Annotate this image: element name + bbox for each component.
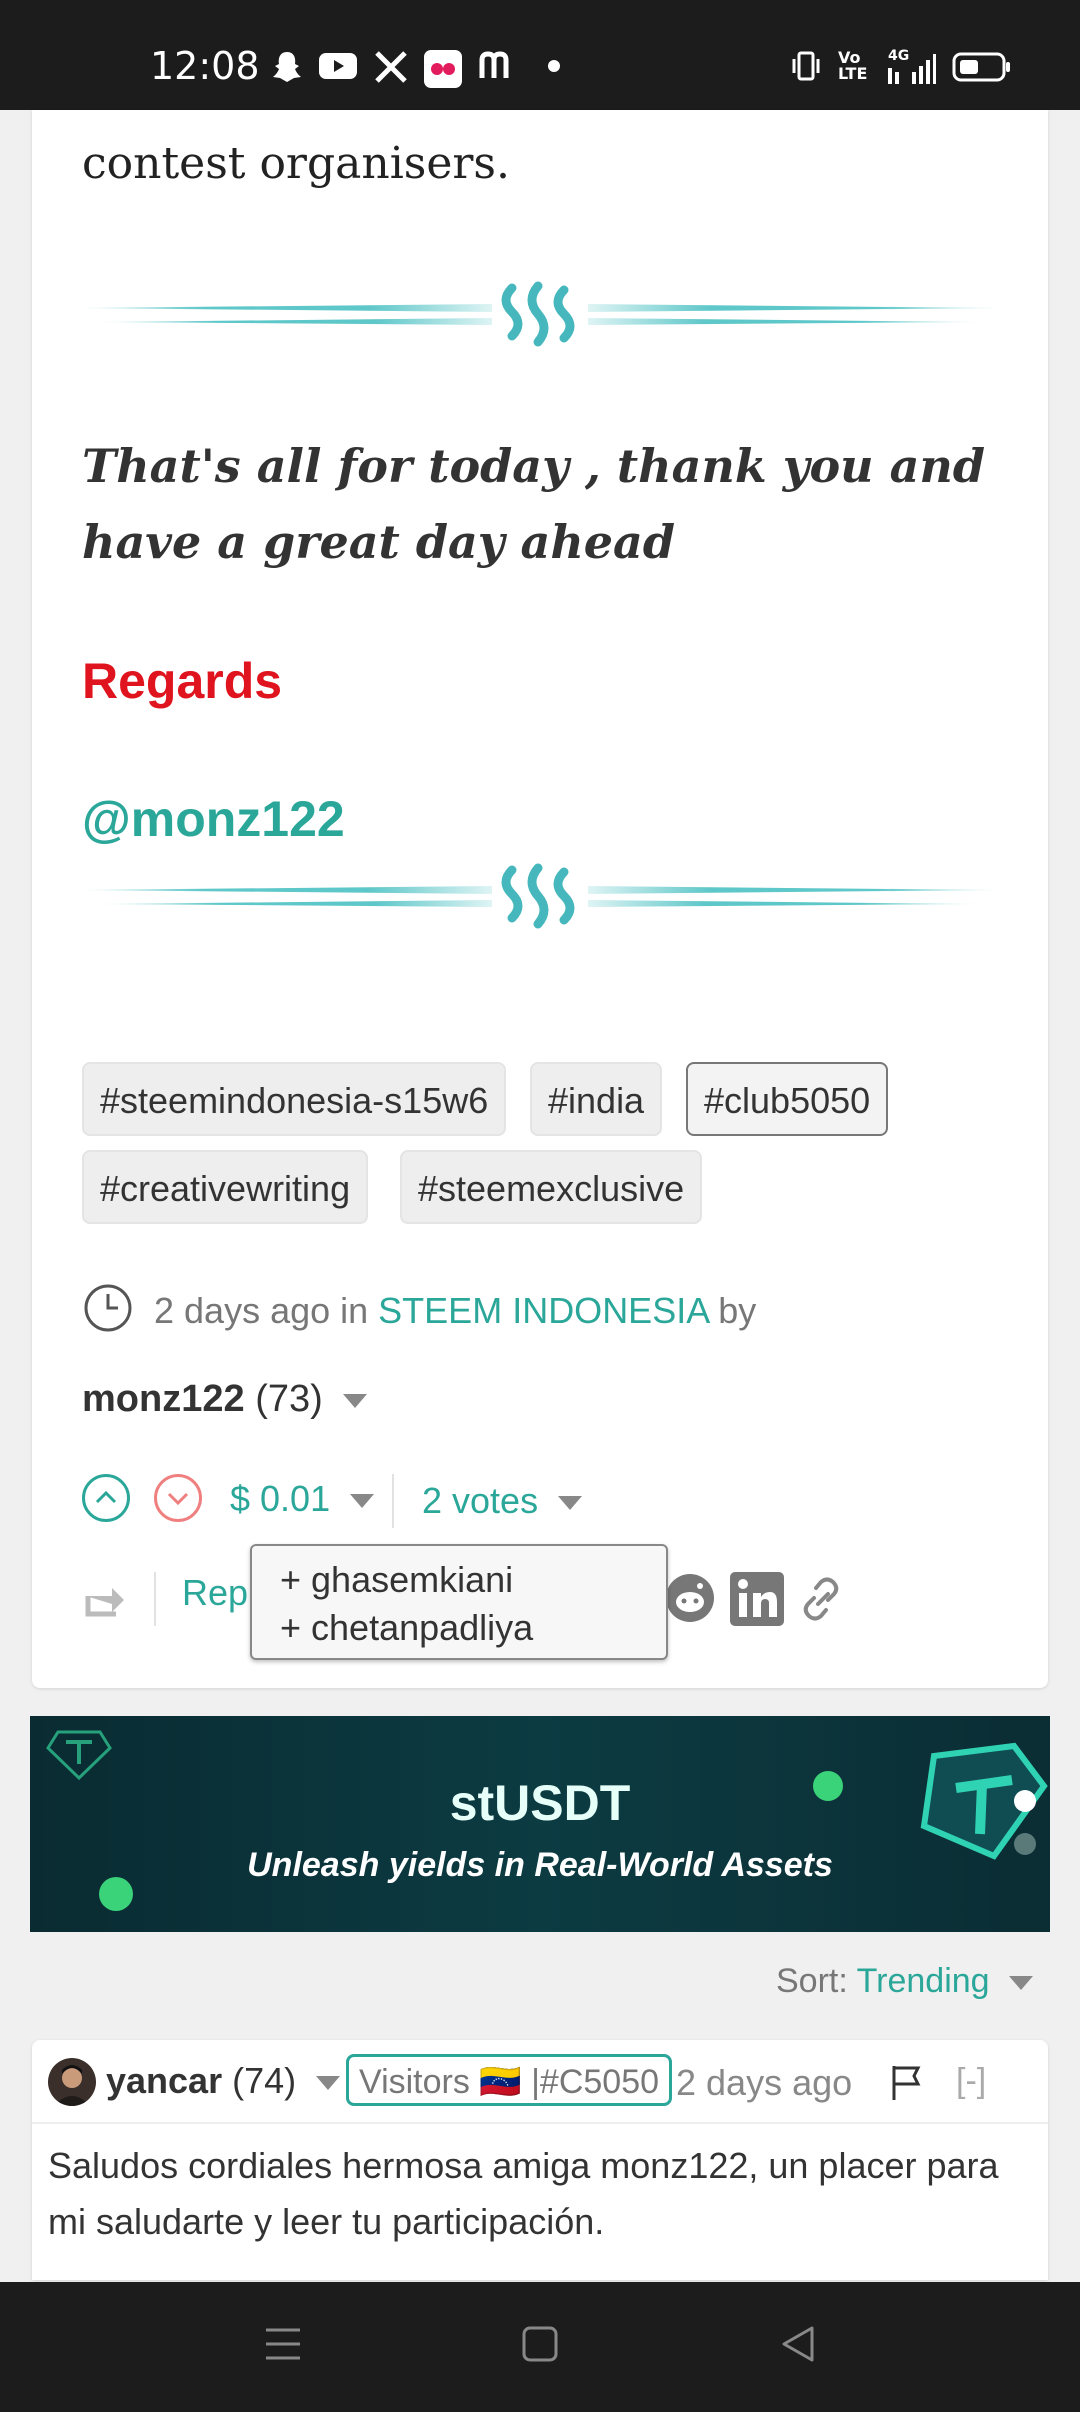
reply-link[interactable]: Rep	[182, 1572, 248, 1614]
medium-icon	[478, 50, 518, 82]
voters-dropdown: + ghasemkiani + chetanpadliya	[250, 1544, 668, 1660]
tag-club5050[interactable]: #club5050	[686, 1062, 889, 1136]
battery-icon	[952, 52, 1012, 82]
clock-icon	[84, 1284, 132, 1332]
sort-label: Sort:	[776, 1962, 848, 2000]
post-closing-text: That's all for today , thank you and hav…	[82, 439, 985, 569]
comment-time[interactable]: 2 days ago	[676, 2062, 852, 2104]
flag-icon[interactable]	[888, 2062, 924, 2102]
steem-divider-top	[82, 281, 998, 347]
author-name[interactable]: monz122	[82, 1378, 245, 1420]
home-icon[interactable]	[522, 2326, 558, 2362]
sort-value[interactable]: Trending	[857, 1962, 990, 2000]
dot-icon	[548, 60, 560, 72]
chevron-down-icon[interactable]	[316, 2076, 341, 2091]
chevron-down-icon	[350, 1494, 375, 1509]
volte-icon: Vo LTE	[838, 50, 867, 82]
post-age: 2 days ago in	[154, 1290, 369, 1331]
comment-body: Saludos cordiales hermosa amiga monz122,…	[48, 2145, 999, 2242]
comment-author-name[interactable]: yancar	[106, 2060, 222, 2101]
youtube-icon	[318, 50, 358, 82]
comment-card: yancar (74) Visitors 🇻🇪 |#C5050 2 days a…	[32, 2040, 1048, 2280]
comment-author-reputation: (74)	[232, 2060, 297, 2101]
regards-heading: Regards	[82, 653, 283, 709]
chevron-down-icon[interactable]	[1009, 1976, 1034, 1991]
tag-steemexclusive[interactable]: #steemexclusive	[400, 1150, 703, 1224]
separator	[392, 1474, 394, 1528]
x-icon	[374, 50, 408, 84]
chevron-up-icon	[95, 1490, 117, 1504]
chevron-down-icon[interactable]	[343, 1393, 368, 1408]
votes-count: 2 votes	[422, 1480, 539, 1521]
post-author[interactable]: monz122 (73)	[82, 1378, 368, 1421]
vibrate-icon	[790, 50, 822, 82]
back-icon[interactable]	[780, 2324, 816, 2364]
voter-item[interactable]: + chetanpadliya	[280, 1604, 666, 1652]
snapchat-icon	[272, 50, 302, 86]
meta-by: by	[718, 1290, 757, 1331]
resteem-icon[interactable]	[82, 1580, 128, 1620]
sort-control[interactable]: Sort: Trending	[776, 1962, 1034, 2001]
payout-button[interactable]: $ 0.01	[230, 1478, 375, 1520]
post-text-top: contest organisers.	[82, 138, 510, 189]
link-icon[interactable]	[800, 1576, 842, 1622]
divider	[32, 2122, 1048, 2124]
ad-banner[interactable]: stUSDT Unleash yields in Real-World Asse…	[30, 1716, 1050, 1932]
comment-author[interactable]: yancar (74)	[106, 2060, 341, 2102]
avatar[interactable]	[48, 2058, 96, 2106]
ad-title: stUSDT	[449, 1775, 631, 1831]
ad-subtitle: Unleash yields in Real-World Assets	[247, 1846, 833, 1884]
tag-creativewriting[interactable]: #creativewriting	[82, 1150, 369, 1224]
separator	[154, 1572, 156, 1626]
author-reputation: (73)	[255, 1378, 323, 1420]
chevron-down-icon	[167, 1492, 189, 1506]
chevron-down-icon	[558, 1496, 583, 1511]
flickr-icon	[424, 50, 462, 88]
status-bar: 12:08 Vo LTE 4G	[0, 0, 1080, 110]
author-mention-link[interactable]: @monz122	[82, 790, 345, 848]
navigation-bar	[0, 2282, 1080, 2412]
reddit-icon[interactable]	[664, 1572, 716, 1624]
steem-divider-bottom	[82, 863, 998, 929]
payout-value: $ 0.01	[230, 1478, 331, 1519]
community-link[interactable]: STEEM INDONESIA	[378, 1290, 708, 1331]
status-time: 12:08	[150, 44, 260, 88]
menu-icon[interactable]	[264, 2326, 302, 2362]
volte-label-lte: LTE	[838, 64, 868, 83]
voter-item[interactable]: + ghasemkiani	[280, 1556, 666, 1604]
network-type-label: 4G	[888, 48, 910, 64]
linkedin-icon[interactable]	[730, 1572, 784, 1626]
votes-button[interactable]: 2 votes	[422, 1480, 583, 1522]
downvote-button[interactable]	[154, 1474, 202, 1522]
tag-india[interactable]: #india	[530, 1062, 663, 1136]
upvote-button[interactable]	[82, 1474, 130, 1522]
tag-steemindonesia[interactable]: #steemindonesia-s15w6	[82, 1062, 507, 1136]
collapse-toggle[interactable]: [-]	[956, 2062, 986, 2101]
community-badge: Visitors 🇻🇪 |#C5050	[346, 2054, 673, 2106]
